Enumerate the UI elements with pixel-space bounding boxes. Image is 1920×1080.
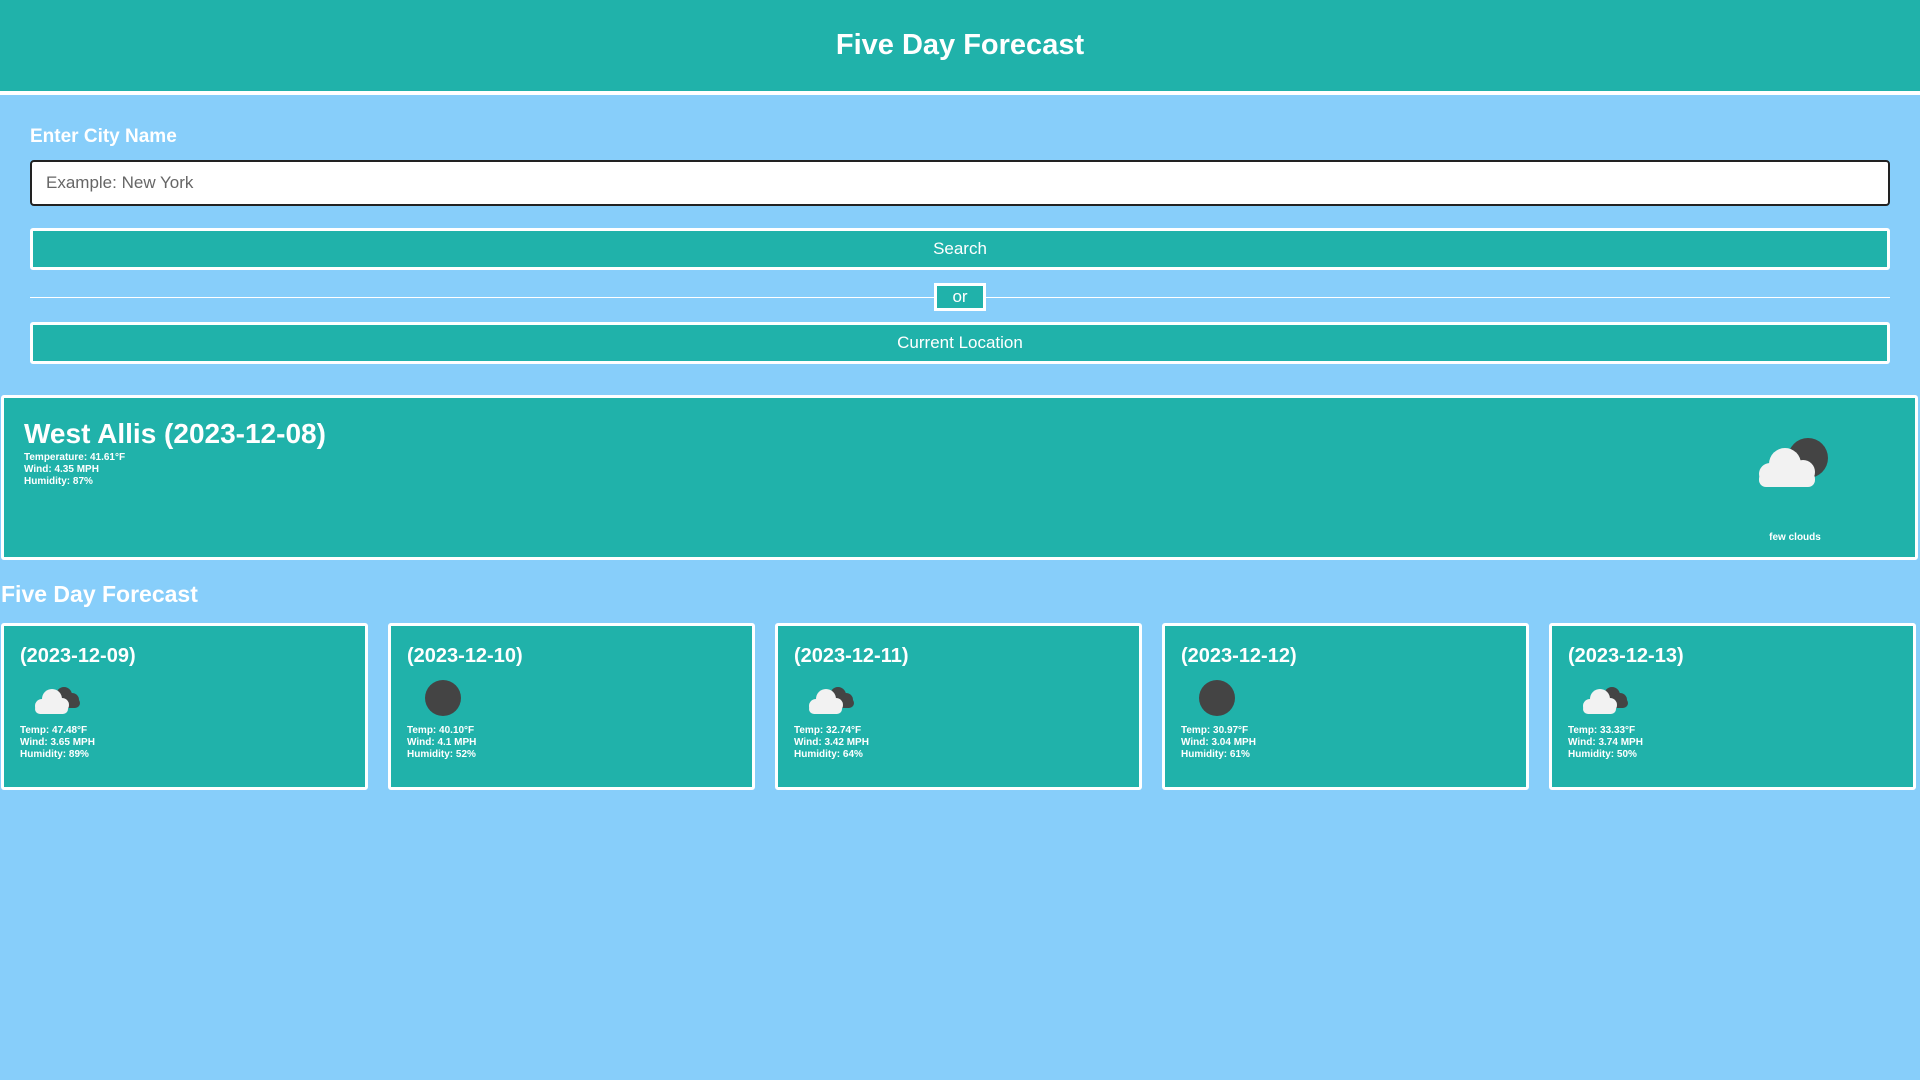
forecast-temp: Temp: 32.74°F (794, 725, 862, 736)
forecast-day-card: (2023-12-12) Temp: 30.97°F Wind: 3.04 MP… (1162, 623, 1529, 790)
forecast-wind: Wind: 3.42 MPH (794, 737, 869, 748)
forecast-day-card: (2023-12-11) Temp: 32.74°F Wind: 3.42 MP… (775, 623, 1142, 790)
or-divider: or (30, 280, 1890, 320)
forecast-date: (2023-12-13) (1568, 645, 1684, 667)
forecast-temp: Temp: 40.10°F (407, 725, 475, 736)
current-location-button[interactable]: Current Location (30, 322, 1890, 364)
page-header: Five Day Forecast (0, 0, 1920, 95)
current-weather-description: few clouds (1769, 532, 1821, 543)
forecast-day-card: (2023-12-10) Temp: 40.10°F Wind: 4.1 MPH… (388, 623, 755, 790)
forecast-stats: Temp: 33.33°F Wind: 3.74 MPH Humidity: 5… (1568, 725, 1913, 761)
current-weather-card: West Allis (2023-12-08) Temperature: 41.… (1, 395, 1918, 560)
forecast-humidity: Humidity: 50% (1568, 749, 1637, 760)
city-input-label: Enter City Name (30, 126, 177, 147)
forecast-humidity: Humidity: 52% (407, 749, 476, 760)
city-search-input[interactable] (30, 160, 1890, 206)
current-humidity: Humidity: 87% (24, 476, 93, 487)
current-temperature: Temperature: 41.61°F (24, 452, 126, 463)
forecast-wind: Wind: 3.65 MPH (20, 737, 95, 748)
clear-sky-icon (425, 680, 461, 716)
broken-clouds-icon (1583, 687, 1628, 714)
forecast-date: (2023-12-09) (20, 645, 136, 667)
forecast-humidity: Humidity: 64% (794, 749, 863, 760)
current-weather-icon-block: few clouds (1745, 434, 1845, 543)
forecast-day-card: (2023-12-13) Temp: 33.33°F Wind: 3.74 MP… (1549, 623, 1916, 790)
or-label: or (934, 283, 986, 311)
few-clouds-icon (1759, 438, 1828, 487)
current-wind: Wind: 4.35 MPH (24, 464, 99, 475)
forecast-stats: Temp: 47.48°F Wind: 3.65 MPH Humidity: 8… (20, 725, 365, 761)
forecast-day-card: (2023-12-09) Temp: 47.48°F Wind: 3.65 MP… (1, 623, 368, 790)
forecast-stats: Temp: 32.74°F Wind: 3.42 MPH Humidity: 6… (794, 725, 1139, 761)
forecast-list: (2023-12-09) Temp: 47.48°F Wind: 3.65 MP… (0, 623, 1920, 790)
forecast-date: (2023-12-12) (1181, 645, 1297, 667)
forecast-humidity: Humidity: 89% (20, 749, 89, 760)
forecast-wind: Wind: 3.74 MPH (1568, 737, 1643, 748)
forecast-humidity: Humidity: 61% (1181, 749, 1250, 760)
forecast-temp: Temp: 47.48°F (20, 725, 88, 736)
forecast-stats: Temp: 30.97°F Wind: 3.04 MPH Humidity: 6… (1181, 725, 1526, 761)
clear-sky-icon (1199, 680, 1235, 716)
forecast-icon-holder (415, 676, 752, 720)
search-section: Enter City Name Search or Current Locati… (0, 95, 1920, 364)
forecast-temp: Temp: 33.33°F (1568, 725, 1636, 736)
forecast-icon-holder (1576, 676, 1913, 720)
forecast-section-title: Five Day Forecast (1, 581, 198, 607)
forecast-wind: Wind: 3.04 MPH (1181, 737, 1256, 748)
broken-clouds-icon (809, 687, 854, 714)
broken-clouds-icon (35, 687, 80, 714)
forecast-icon-holder (1189, 676, 1526, 720)
forecast-date: (2023-12-10) (407, 645, 523, 667)
forecast-icon-holder (28, 676, 365, 720)
page-title: Five Day Forecast (835, 29, 1085, 61)
forecast-temp: Temp: 30.97°F (1181, 725, 1249, 736)
forecast-wind: Wind: 4.1 MPH (407, 737, 477, 748)
current-city-date: West Allis (2023-12-08) (24, 418, 326, 449)
forecast-stats: Temp: 40.10°F Wind: 4.1 MPH Humidity: 52… (407, 725, 752, 761)
search-button[interactable]: Search (30, 228, 1890, 270)
forecast-date: (2023-12-11) (794, 645, 909, 667)
forecast-icon-holder (802, 676, 1139, 720)
